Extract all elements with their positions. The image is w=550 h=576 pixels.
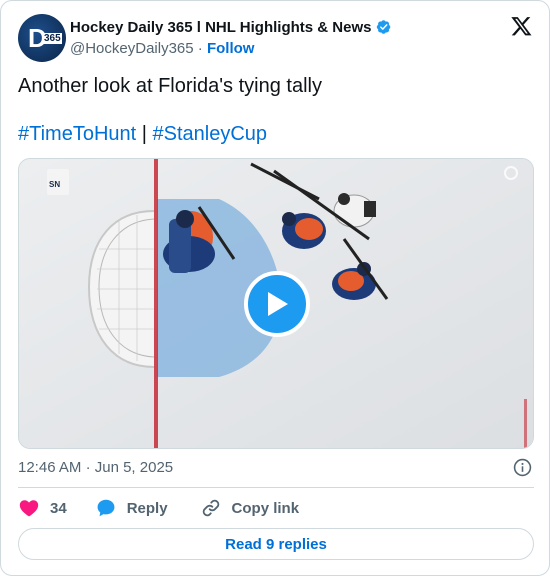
follow-button[interactable]: Follow xyxy=(207,40,255,57)
reply-bubble-icon xyxy=(97,499,115,517)
x-logo-icon[interactable] xyxy=(510,15,533,37)
info-icon[interactable] xyxy=(513,458,532,477)
divider xyxy=(18,487,534,488)
tweet-actions: 34 Reply Copy link xyxy=(18,497,299,519)
timestamp-separator: · xyxy=(85,459,91,476)
avatar-logo: D 365 xyxy=(28,23,62,53)
network-logo: SN xyxy=(47,169,69,195)
play-icon xyxy=(268,292,288,316)
tweet-timestamp[interactable]: 12:46 AM · Jun 5, 2025 xyxy=(18,459,173,476)
copy-link-label: Copy link xyxy=(231,499,300,517)
tweet-card: D 365 Hockey Daily 365 l NHL Highlights &… xyxy=(0,0,550,576)
tweet-hashtags: #TimeToHunt | #StanleyCup xyxy=(18,122,267,146)
hashtag-separator: | xyxy=(141,123,147,145)
play-button[interactable] xyxy=(244,271,310,337)
avatar[interactable]: D 365 xyxy=(18,14,66,62)
video-player[interactable]: SN xyxy=(18,158,534,449)
like-button[interactable]: 34 xyxy=(18,497,67,519)
like-count: 34 xyxy=(50,499,67,517)
network-logo-text: SN xyxy=(49,180,61,189)
tweet-date: Jun 5, 2025 xyxy=(94,459,174,476)
author-handle-row: @HockeyDaily365 · Follow xyxy=(70,40,254,57)
link-icon xyxy=(202,499,219,517)
verified-badge-icon xyxy=(377,20,391,34)
hashtag-link[interactable]: #TimeToHunt xyxy=(18,123,136,145)
tweet-text: Another look at Florida's tying tally xyxy=(18,75,322,97)
copy-link-button[interactable]: Copy link xyxy=(200,497,300,519)
tweet-time: 12:46 AM xyxy=(18,459,82,476)
hashtag-link[interactable]: #StanleyCup xyxy=(153,123,268,145)
reply-button[interactable]: Reply xyxy=(95,497,168,519)
author-handle[interactable]: @HockeyDaily365 xyxy=(70,40,194,57)
heart-icon xyxy=(19,500,39,517)
author-name[interactable]: Hockey Daily 365 l NHL Highlights & News xyxy=(70,19,371,36)
handle-separator: · xyxy=(197,40,203,57)
reply-label: Reply xyxy=(126,499,168,517)
author-name-row[interactable]: Hockey Daily 365 l NHL Highlights & News xyxy=(70,18,393,36)
read-replies-button[interactable]: Read 9 replies xyxy=(18,528,534,560)
